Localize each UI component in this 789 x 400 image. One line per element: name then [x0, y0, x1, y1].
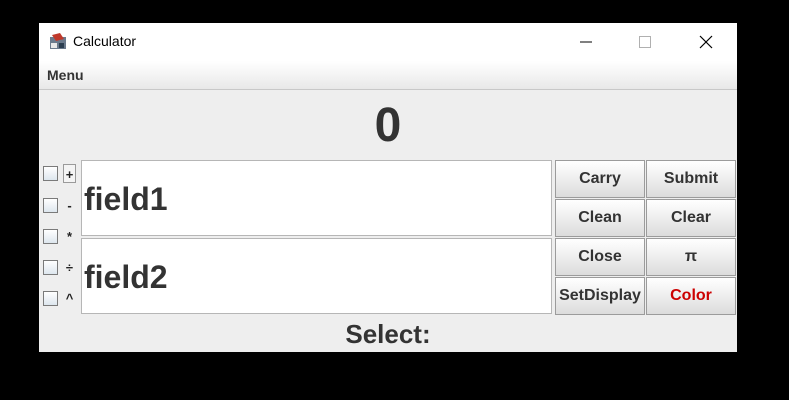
- plus-label: +: [63, 164, 76, 183]
- field1-input[interactable]: field1: [81, 160, 552, 236]
- setdisplay-button[interactable]: SetDisplay: [555, 277, 645, 315]
- minimize-icon: [580, 41, 592, 43]
- plus-checkbox[interactable]: [43, 166, 58, 181]
- minus-label: -: [67, 198, 72, 213]
- window-title: Calculator: [73, 33, 137, 49]
- submit-button[interactable]: Submit: [646, 160, 736, 198]
- result-display: 0: [374, 98, 402, 152]
- multiply-checkbox[interactable]: [43, 229, 58, 244]
- multiply-label: *: [66, 229, 73, 244]
- divide-checkbox[interactable]: [43, 260, 58, 275]
- pi-button[interactable]: π: [646, 238, 736, 276]
- operator-divide: ÷: [43, 257, 79, 279]
- divide-label: ÷: [65, 260, 74, 275]
- calculator-window: Calculator Menu 0 + - * ÷ ^ field1 field…: [39, 23, 737, 352]
- menu-item-menu[interactable]: Menu: [47, 67, 84, 83]
- maximize-button[interactable]: [615, 23, 675, 61]
- menu-bar: Menu: [39, 61, 737, 90]
- field2-input[interactable]: field2: [81, 238, 552, 314]
- select-label: Select:: [345, 319, 431, 349]
- operator-minus: -: [43, 195, 79, 217]
- power-label: ^: [65, 291, 74, 306]
- minimize-button[interactable]: [556, 23, 616, 61]
- close-button[interactable]: Close: [555, 238, 645, 276]
- maximize-icon: [639, 36, 651, 48]
- carry-button[interactable]: Carry: [555, 160, 645, 198]
- clean-button[interactable]: Clean: [555, 199, 645, 237]
- color-button[interactable]: Color: [646, 277, 736, 315]
- minus-checkbox[interactable]: [43, 198, 58, 213]
- power-checkbox[interactable]: [43, 291, 58, 306]
- operator-power: ^: [43, 288, 79, 310]
- close-icon: [699, 35, 713, 49]
- operator-multiply: *: [43, 226, 79, 248]
- clear-button[interactable]: Clear: [646, 199, 736, 237]
- operator-plus: +: [43, 163, 79, 185]
- title-bar[interactable]: Calculator: [39, 23, 737, 61]
- java-app-icon: [50, 33, 66, 49]
- close-window-button[interactable]: [676, 23, 736, 61]
